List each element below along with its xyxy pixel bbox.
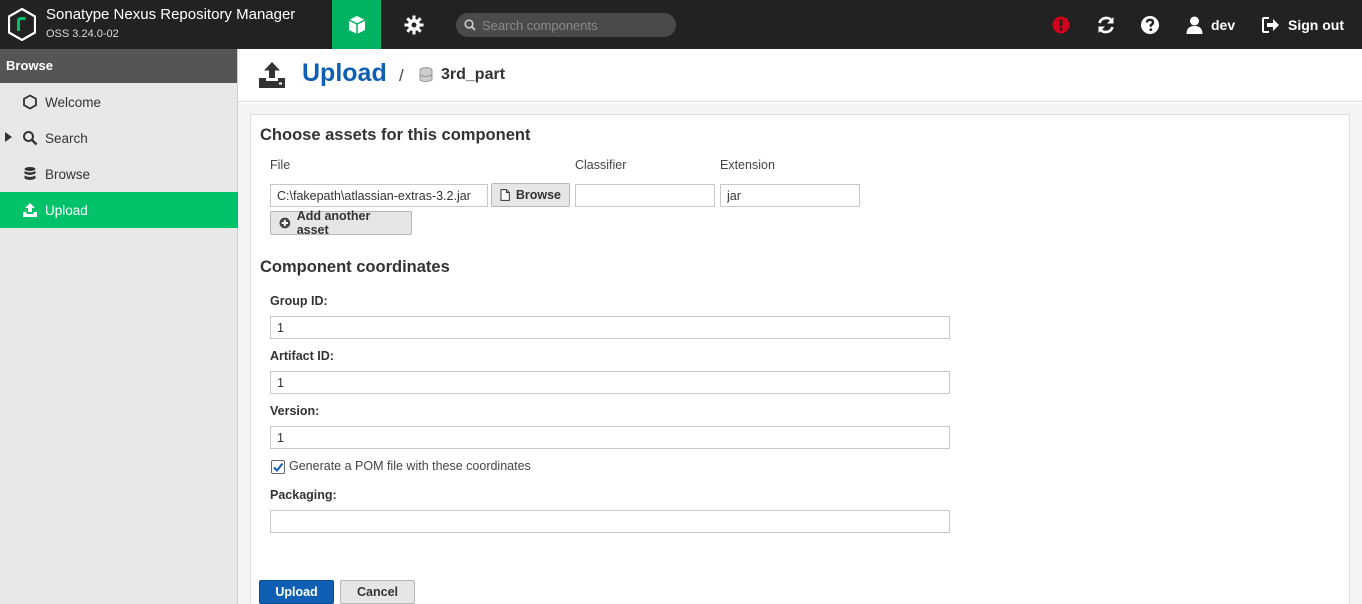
- user-icon: [1186, 16, 1203, 34]
- upload-button[interactable]: Upload: [259, 580, 334, 604]
- database-icon: [419, 67, 433, 83]
- help-button[interactable]: [1140, 0, 1160, 49]
- group-id-label: Group ID:: [270, 294, 328, 308]
- nexus-logo-icon: [8, 8, 36, 41]
- cancel-button[interactable]: Cancel: [340, 580, 415, 604]
- artifact-id-label: Artifact ID:: [270, 349, 334, 363]
- system-alert-button[interactable]: [1052, 0, 1070, 49]
- upload-icon: [23, 203, 37, 217]
- classifier-column-header: Classifier: [575, 158, 627, 172]
- add-asset-label: Add another asset: [296, 209, 371, 237]
- sidebar-item-upload[interactable]: Upload: [0, 192, 238, 228]
- sidebar-item-label: Upload: [45, 202, 88, 218]
- browse-file-button[interactable]: Browse: [491, 183, 570, 207]
- alert-icon: [1052, 16, 1070, 33]
- cube-icon: [348, 15, 365, 34]
- packaging-label: Packaging:: [270, 488, 337, 502]
- page-title[interactable]: Upload: [302, 59, 387, 88]
- plus-circle-icon: [279, 217, 291, 229]
- sidebar: Browse Welcome Search Browse Upload: [0, 49, 238, 604]
- file-column-header: File: [270, 158, 291, 172]
- classifier-field[interactable]: [575, 184, 715, 207]
- sign-out-icon: [1262, 16, 1279, 33]
- search-box[interactable]: [456, 13, 676, 37]
- hexagon-icon: [23, 94, 37, 110]
- sign-out-button[interactable]: Sign out: [1262, 0, 1344, 49]
- browse-label: Browse: [515, 188, 561, 202]
- file-icon: [500, 189, 510, 201]
- checkmark-icon: [273, 462, 284, 473]
- refresh-button[interactable]: [1096, 0, 1116, 49]
- sidebar-item-label: Browse: [45, 166, 91, 182]
- version-label: Version:: [270, 404, 320, 418]
- sidebar-item-welcome[interactable]: Welcome: [0, 84, 238, 120]
- search-icon: [23, 131, 38, 146]
- user-menu[interactable]: dev: [1186, 0, 1235, 49]
- extension-field[interactable]: [720, 184, 860, 207]
- search-icon: [464, 19, 476, 31]
- version-field[interactable]: [270, 426, 950, 449]
- app-version: OSS 3.24.0-02: [46, 28, 119, 40]
- generate-pom-label[interactable]: Generate a POM file with these coordinat…: [289, 459, 531, 473]
- add-asset-button[interactable]: Add another asset: [270, 209, 412, 237]
- upload-icon: [259, 62, 285, 88]
- top-bar: Sonatype Nexus Repository Manager OSS 3.…: [0, 0, 1362, 49]
- group-id-field[interactable]: [270, 316, 950, 339]
- browse-mode-button[interactable]: [332, 0, 381, 49]
- generate-pom-checkbox[interactable]: [271, 460, 285, 474]
- sidebar-item-label: Welcome: [45, 94, 102, 110]
- sidebar-title: Browse: [0, 49, 237, 83]
- extension-column-header: Extension: [720, 158, 775, 172]
- app-name: Sonatype Nexus Repository Manager: [46, 6, 296, 23]
- sign-out-label: Sign out: [1288, 16, 1344, 33]
- assets-section-title: Choose assets for this component: [260, 126, 531, 144]
- repository-name: 3rd_part: [441, 66, 506, 83]
- gear-icon: [404, 15, 423, 34]
- sidebar-item-label: Search: [45, 130, 88, 146]
- brand[interactable]: Sonatype Nexus Repository Manager OSS 3.…: [8, 6, 295, 41]
- expand-caret-icon[interactable]: [5, 132, 12, 142]
- sidebar-item-browse[interactable]: Browse: [0, 156, 238, 192]
- artifact-id-field[interactable]: [270, 371, 950, 394]
- database-icon: [24, 167, 36, 180]
- username: dev: [1211, 16, 1236, 33]
- coordinates-section-title: Component coordinates: [260, 258, 450, 276]
- help-icon: [1141, 15, 1159, 34]
- admin-mode-button[interactable]: [389, 0, 438, 49]
- packaging-field[interactable]: [270, 510, 950, 533]
- refresh-icon: [1098, 16, 1114, 33]
- page-header: Upload / 3rd_part: [238, 49, 1362, 102]
- search-input[interactable]: [482, 17, 672, 33]
- file-path-field[interactable]: [270, 184, 488, 207]
- breadcrumb-separator: /: [399, 66, 404, 85]
- sidebar-item-search[interactable]: Search: [0, 120, 238, 156]
